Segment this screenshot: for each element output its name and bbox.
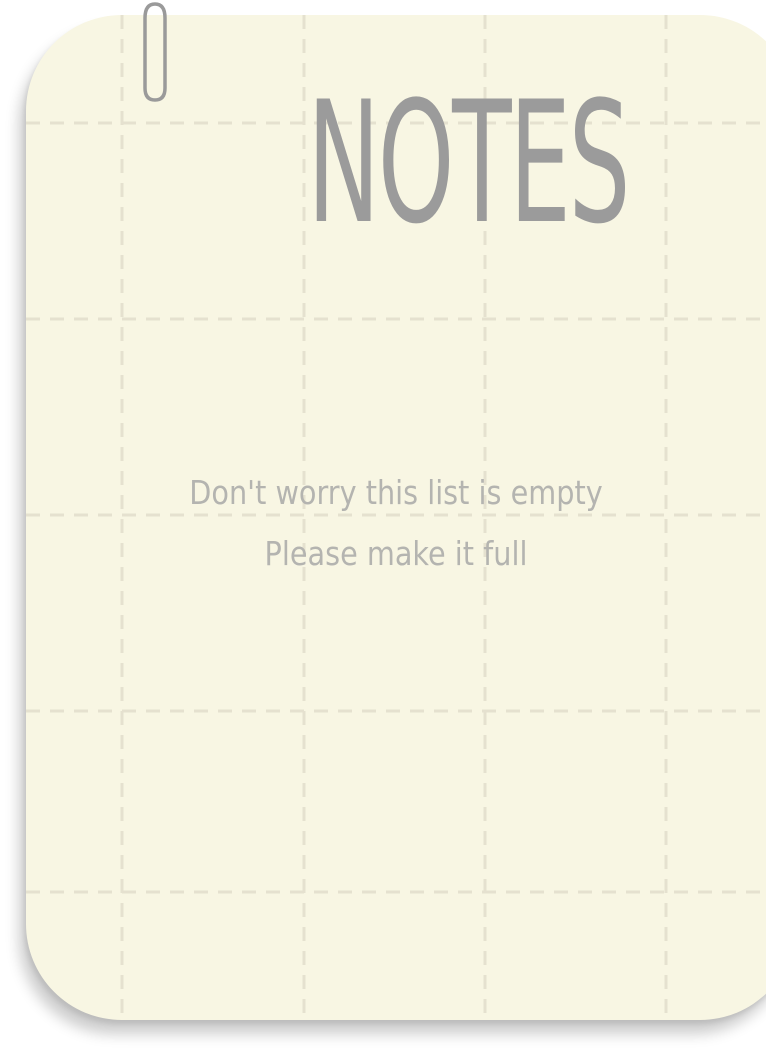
empty-state-line-2: Please make it full (264, 534, 528, 573)
notes-app: NOTES Don't worry this list is empty Ple… (0, 0, 766, 1053)
paperclip-icon (139, 0, 173, 104)
page-title: NOTES (307, 65, 630, 261)
empty-state-line-1: Don't worry this list is empty (189, 473, 603, 512)
empty-state-message: Don't worry this list is empty Please ma… (135, 462, 657, 584)
